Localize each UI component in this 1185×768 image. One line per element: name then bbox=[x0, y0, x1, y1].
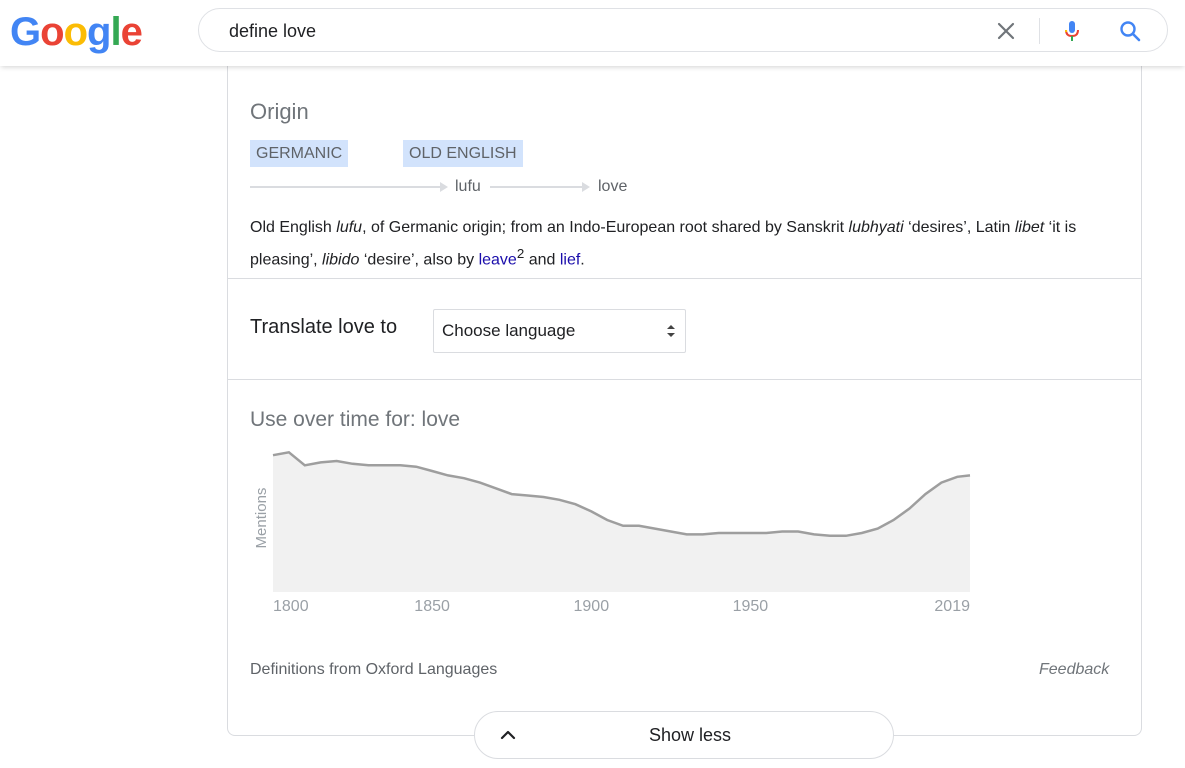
etymology-arrow bbox=[440, 182, 448, 192]
etymology-arrow bbox=[582, 182, 590, 192]
logo-letter: l bbox=[110, 10, 121, 54]
x-tick-label: 1850 bbox=[414, 598, 450, 615]
dictionary-card bbox=[227, 50, 1142, 736]
close-icon bbox=[997, 22, 1015, 40]
etymology-text-part: . bbox=[580, 251, 585, 269]
google-logo[interactable]: Google bbox=[10, 6, 143, 58]
microphone-icon bbox=[1065, 21, 1079, 41]
logo-letter: o bbox=[63, 10, 88, 54]
show-less-button[interactable]: Show less bbox=[474, 711, 894, 759]
select-arrows-icon bbox=[667, 325, 675, 337]
logo-letter: e bbox=[120, 10, 143, 54]
search-divider bbox=[1039, 18, 1040, 44]
language-select[interactable]: Choose language bbox=[433, 309, 686, 353]
search-input[interactable] bbox=[227, 20, 931, 43]
search-box bbox=[198, 8, 1168, 52]
x-tick-label: 2019 bbox=[934, 598, 970, 615]
usage-chart: Mentions 1800 1850 1900 1950 2019 bbox=[253, 450, 971, 615]
etymology-text-part: , of Germanic origin; from an Indo-Europ… bbox=[362, 219, 849, 236]
section-divider bbox=[228, 278, 1141, 279]
language-select-value: Choose language bbox=[442, 321, 576, 340]
origin-title: Origin bbox=[250, 99, 309, 124]
usage-area bbox=[273, 452, 970, 592]
x-tick-label: 1900 bbox=[574, 598, 610, 615]
etymology-text-part: and bbox=[524, 251, 560, 269]
voice-search-button[interactable] bbox=[1059, 18, 1085, 44]
x-tick-label: 1800 bbox=[273, 598, 309, 615]
etymology-text: Old English lufu, of Germanic origin; fr… bbox=[250, 215, 1130, 273]
show-less-label: Show less bbox=[648, 725, 732, 745]
etymology-link[interactable]: lief bbox=[560, 251, 580, 268]
logo-letter: G bbox=[10, 10, 41, 54]
translate-label: Translate love to bbox=[250, 316, 398, 338]
etymology-text-part: ‘desires’, Latin bbox=[903, 219, 1015, 236]
etymology-tag-germanic: GERMANIC bbox=[250, 140, 349, 167]
etymology-word-lufu: lufu bbox=[455, 178, 481, 195]
etymology-text-part: ‘desire’, also by bbox=[359, 251, 479, 269]
etymology-text-part: lubhyati bbox=[848, 219, 904, 236]
etymology-text-part: libet bbox=[1014, 219, 1045, 236]
clear-search-button[interactable] bbox=[993, 18, 1019, 44]
logo-letter: o bbox=[40, 10, 64, 54]
etymology-link[interactable]: leave bbox=[479, 251, 517, 268]
x-tick-label: 1950 bbox=[733, 598, 769, 615]
search-submit-button[interactable] bbox=[1117, 18, 1143, 44]
chart-y-label: Mentions bbox=[253, 488, 270, 549]
etymology-text-part: libido bbox=[322, 251, 360, 269]
etymology-text-part: lufu bbox=[336, 219, 363, 236]
source-attribution: Definitions from Oxford Languages bbox=[250, 661, 498, 678]
etymology-tag-old-english: OLD ENGLISH bbox=[403, 140, 523, 167]
logo-letter: g bbox=[87, 10, 111, 54]
etymology-line bbox=[250, 186, 440, 188]
etymology-word-love: love bbox=[598, 178, 628, 195]
usage-title: Use over time for: love bbox=[250, 408, 461, 431]
feedback-link[interactable]: Feedback bbox=[1039, 661, 1109, 679]
header-bar: Google bbox=[0, 0, 1185, 66]
section-divider bbox=[228, 379, 1141, 380]
search-icon bbox=[1120, 21, 1141, 42]
etymology-line bbox=[490, 186, 582, 188]
etymology-text-part: Old English bbox=[250, 219, 337, 236]
